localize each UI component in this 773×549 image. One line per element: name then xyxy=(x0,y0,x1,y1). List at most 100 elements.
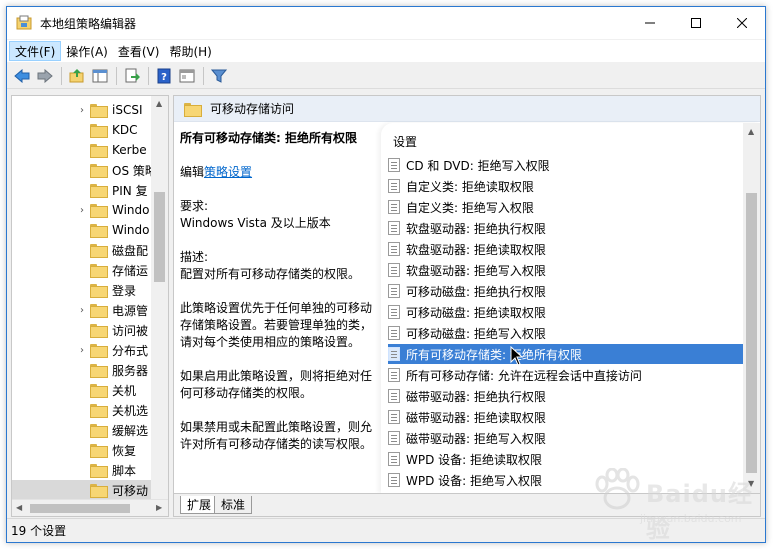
policy-setting-row[interactable]: 磁带驱动器: 拒绝执行权限 xyxy=(388,386,744,406)
policy-setting-icon xyxy=(388,305,400,319)
policy-setting-label: 软盘驱动器: 拒绝读取权限 xyxy=(406,242,546,257)
tree-item[interactable]: 缓解选 xyxy=(12,420,162,440)
menu-help[interactable]: 帮助(H) xyxy=(164,41,216,61)
tree-item[interactable]: PIN 复 xyxy=(12,180,162,200)
policy-setting-icon xyxy=(388,284,400,298)
tree-item-label: 电源管 xyxy=(112,303,149,318)
edit-policy-link[interactable]: 策略设置 xyxy=(204,165,252,179)
menu-file[interactable]: 文件(F) xyxy=(9,41,62,61)
policy-setting-row[interactable]: 可移动磁盘: 拒绝读取权限 xyxy=(388,302,744,322)
tree-item[interactable]: 磁盘配 xyxy=(12,240,162,260)
title-bar[interactable]: 本地组策略编辑器 xyxy=(7,7,765,39)
tree-item[interactable]: OS 策略 xyxy=(12,160,162,180)
tab-standard[interactable]: 标准 xyxy=(214,496,253,514)
tree-scroll-thumb[interactable] xyxy=(154,192,165,282)
tree-item[interactable]: › 分布式 xyxy=(12,340,162,360)
policy-setting-label: 软盘驱动器: 拒绝执行权限 xyxy=(406,221,546,236)
scroll-left-icon[interactable]: ◀ xyxy=(16,503,22,512)
back-button[interactable] xyxy=(11,65,33,87)
policy-setting-icon xyxy=(388,200,400,214)
tree-item[interactable]: 恢复 xyxy=(12,440,162,460)
policy-setting-row[interactable]: 磁带驱动器: 拒绝读取权限 xyxy=(388,407,744,427)
policy-setting-row[interactable]: 自定义类: 拒绝读取权限 xyxy=(388,176,744,196)
export-list-button[interactable] xyxy=(121,65,143,87)
policy-setting-row[interactable]: 自定义类: 拒绝写入权限 xyxy=(388,197,744,217)
tree-item-label: 服务器 xyxy=(112,363,149,378)
console-tree: › iSCSI KDC Kerbe OS 策略 PIN 复 › Windo Windo 磁盘配存储… xyxy=(11,95,169,517)
expand-chevron-icon[interactable]: › xyxy=(76,105,88,116)
tree-item[interactable]: Kerbe xyxy=(12,140,162,160)
folder-icon xyxy=(90,484,108,498)
tree-item[interactable]: 访问被 xyxy=(12,320,162,340)
policy-setting-row[interactable]: 所有可移动存储类: 拒绝所有权限 xyxy=(388,344,744,364)
baidu-paw-icon xyxy=(595,468,640,510)
show-hide-tree-button[interactable] xyxy=(89,65,111,87)
tree-item-label: 恢复 xyxy=(112,443,137,458)
settings-column-header[interactable]: 设置 xyxy=(393,133,417,150)
tree-item[interactable]: 脚本 xyxy=(12,460,162,480)
policy-setting-icon xyxy=(388,410,400,424)
expand-chevron-icon[interactable]: › xyxy=(76,345,88,356)
tree-item[interactable]: › iSCSI xyxy=(12,100,162,120)
tree-hscroll-thumb[interactable] xyxy=(30,504,130,513)
policy-setting-icon xyxy=(388,347,400,361)
policy-setting-label: 软盘驱动器: 拒绝写入权限 xyxy=(406,263,546,278)
policy-setting-row[interactable]: 所有可移动存储: 允许在远程会话中直接访问 xyxy=(388,365,744,385)
tree-item[interactable]: 存储运 xyxy=(12,260,162,280)
toolbar-separator xyxy=(61,66,62,85)
minimize-button[interactable] xyxy=(627,7,673,39)
scroll-right-icon[interactable]: ▶ xyxy=(156,503,162,512)
status-text: 19 个设置 xyxy=(11,524,67,538)
policy-setting-label: 可移动磁盘: 拒绝写入权限 xyxy=(406,326,546,341)
tree-item-label: 登录 xyxy=(112,283,137,298)
help-button[interactable]: ? xyxy=(153,65,175,87)
folder-icon xyxy=(90,384,108,398)
close-button[interactable] xyxy=(719,7,765,39)
list-scroll-thumb[interactable] xyxy=(746,193,757,473)
list-vertical-scrollbar[interactable]: ▲ ▼ xyxy=(743,123,760,493)
policy-setting-row[interactable]: 磁带驱动器: 拒绝写入权限 xyxy=(388,428,744,448)
tree-item-label: 缓解选 xyxy=(112,423,149,438)
filter-button[interactable] xyxy=(208,65,230,87)
policy-setting-row[interactable]: WPD 设备: 拒绝读取权限 xyxy=(388,449,744,469)
properties-button[interactable] xyxy=(176,65,198,87)
tree-item[interactable]: › Windo xyxy=(12,200,162,220)
tree-item[interactable]: KDC xyxy=(12,120,162,140)
policy-setting-row[interactable]: 可移动磁盘: 拒绝执行权限 xyxy=(388,281,744,301)
policy-setting-label: 自定义类: 拒绝读取权限 xyxy=(406,179,534,194)
toolbar-separator xyxy=(148,66,149,85)
policy-setting-label: 所有可移动存储类: 拒绝所有权限 xyxy=(406,347,582,362)
scroll-up-icon[interactable]: ▲ xyxy=(156,99,162,108)
expand-chevron-icon[interactable]: › xyxy=(76,205,88,216)
tree-item[interactable]: 可移动 xyxy=(12,480,162,500)
policy-setting-row[interactable]: CD 和 DVD: 拒绝写入权限 xyxy=(388,155,744,175)
tree-item[interactable]: 服务器 xyxy=(12,360,162,380)
policy-setting-row[interactable]: 软盘驱动器: 拒绝执行权限 xyxy=(388,218,744,238)
tree-item-label: 磁盘配 xyxy=(112,243,149,258)
menu-action[interactable]: 操作(A) xyxy=(61,41,113,61)
tree-horizontal-scrollbar[interactable]: ◀ ▶ xyxy=(12,499,168,516)
tree-item-label: Kerbe xyxy=(112,143,147,157)
tree-item[interactable]: 登录 xyxy=(12,280,162,300)
menu-view[interactable]: 查看(V) xyxy=(113,41,165,61)
up-level-button[interactable] xyxy=(66,65,88,87)
maximize-button[interactable] xyxy=(673,7,719,39)
tree-item[interactable]: 关机选 xyxy=(12,400,162,420)
policy-setting-row[interactable]: 可移动磁盘: 拒绝写入权限 xyxy=(388,323,744,343)
scroll-up-icon[interactable]: ▲ xyxy=(748,127,754,136)
policy-setting-label: WPD 设备: 拒绝写入权限 xyxy=(406,473,543,488)
tree-vertical-scrollbar[interactable]: ▲ xyxy=(151,96,168,499)
forward-button[interactable] xyxy=(34,65,56,87)
policy-setting-row[interactable]: 软盘驱动器: 拒绝写入权限 xyxy=(388,260,744,280)
requirements-label: 要求: xyxy=(180,199,209,213)
edit-prefix: 编辑 xyxy=(180,165,205,179)
description-text-4: 如果禁用或未配置此策略设置，则允许对所有可移动存储类的读写权限。 xyxy=(180,420,373,451)
settings-list: 设置 CD 和 DVD: 拒绝写入权限自定义类: 拒绝读取权限自定义类: 拒绝写… xyxy=(381,123,760,493)
policy-setting-row[interactable]: 软盘驱动器: 拒绝读取权限 xyxy=(388,239,744,259)
tree-item[interactable]: › 电源管 xyxy=(12,300,162,320)
tree-item[interactable]: 关机 xyxy=(12,380,162,400)
expand-chevron-icon[interactable]: › xyxy=(76,305,88,316)
policy-setting-icon xyxy=(388,389,400,403)
tree-item[interactable]: Windo xyxy=(12,220,162,240)
tab-extended[interactable]: 扩展 xyxy=(180,496,219,514)
